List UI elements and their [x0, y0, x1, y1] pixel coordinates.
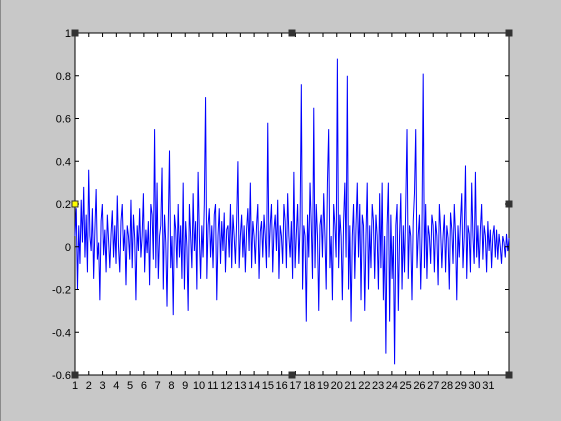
x-tick-label: 25	[400, 380, 412, 392]
x-tick-label: 17	[289, 380, 301, 392]
x-tick-label: 23	[372, 380, 384, 392]
x-tick-label: 27	[427, 380, 439, 392]
x-tick-label: 26	[413, 380, 425, 392]
y-tick-label: -0.2	[52, 285, 71, 297]
x-tick-label: 1	[72, 380, 78, 392]
x-tick-label: 2	[86, 380, 92, 392]
y-tick-label: 0	[65, 242, 71, 254]
x-tick-label: 18	[303, 380, 315, 392]
x-tick-label: 11	[207, 380, 218, 392]
resize-handle[interactable]	[505, 29, 513, 37]
x-tick-label: 28	[441, 380, 453, 392]
y-tick-label: 1	[65, 28, 71, 40]
resize-handle[interactable]	[71, 200, 79, 208]
x-tick-label: 30	[468, 380, 480, 392]
x-tick-label: 13	[234, 380, 246, 392]
x-tick-label: 20	[331, 380, 343, 392]
x-tick-label: 19	[317, 380, 329, 392]
x-tick-label: 3	[99, 380, 105, 392]
y-tick-label: 0.8	[56, 71, 71, 83]
x-tick-label: 6	[141, 380, 147, 392]
x-tick-label: 10	[193, 380, 205, 392]
x-tick-label: 31	[482, 380, 494, 392]
x-tick-label: 4	[113, 380, 119, 392]
resize-handle[interactable]	[288, 29, 296, 37]
resize-handle[interactable]	[505, 371, 513, 379]
x-tick-label: 8	[168, 380, 174, 392]
x-tick-label: 15	[262, 380, 274, 392]
y-tick-label: -0.4	[52, 327, 71, 339]
resize-handle[interactable]	[71, 371, 79, 379]
y-tick-label: -0.6	[52, 370, 71, 382]
y-tick-label: 0.6	[56, 114, 71, 126]
axes-area[interactable]	[74, 32, 510, 376]
figure-window: -0.6 -0.4 -0.2 0 0.2 0.4 0.6 0.8 1 1 2 3 4 5 6 7 8 9 10 11…	[0, 0, 561, 421]
resize-handle[interactable]	[71, 29, 79, 37]
resize-handle[interactable]	[505, 200, 513, 208]
y-tick-label: 0.2	[56, 199, 71, 211]
x-tick-label: 29	[455, 380, 467, 392]
x-tick-label: 16	[276, 380, 288, 392]
x-tick-label: 14	[248, 380, 260, 392]
x-tick-label: 7	[155, 380, 161, 392]
line-chart: -0.6-0.4-0.200.20.40.60.81 1 2 3 4 5 6 7 8 9 10 11…	[52, 28, 513, 392]
x-tick-label: 21	[344, 380, 356, 392]
resize-handle[interactable]	[288, 371, 296, 379]
x-tick-label: 22	[358, 380, 370, 392]
y-tick-label: 0.4	[56, 156, 71, 168]
x-tick-label: 9	[182, 380, 188, 392]
x-tick-label: 24	[386, 380, 398, 392]
x-tick-label: 5	[127, 380, 133, 392]
x-tick-label: 12	[220, 380, 232, 392]
